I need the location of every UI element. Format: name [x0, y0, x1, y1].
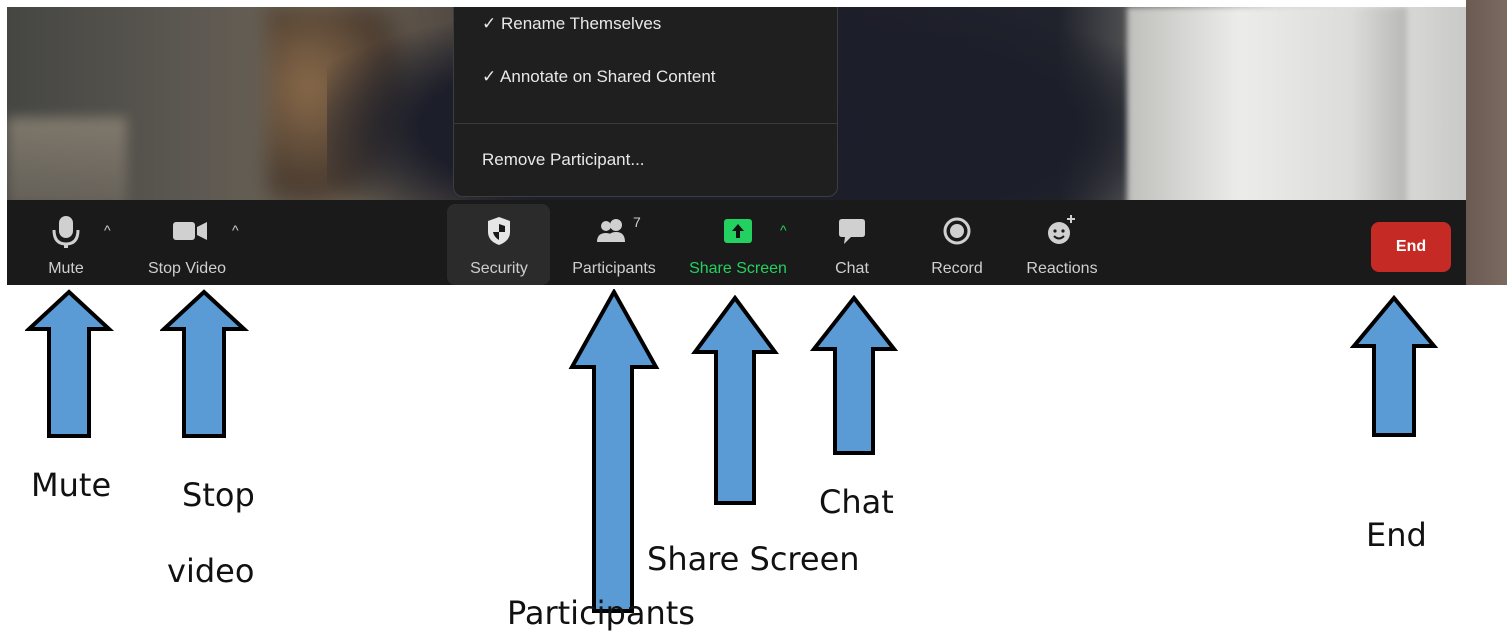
- security-button[interactable]: Security: [457, 200, 541, 285]
- arrow-share-screen-icon: [691, 295, 779, 505]
- annotation-video: video: [167, 552, 255, 590]
- menu-item-rename-themselves[interactable]: ✓ Rename Themselves: [482, 14, 661, 34]
- record-button[interactable]: Record: [922, 200, 992, 285]
- background-shelf: [7, 117, 127, 207]
- arrow-chat-icon: [810, 295, 899, 455]
- arrow-mute-icon: [25, 289, 115, 438]
- stop-video-button[interactable]: Stop Video: [137, 200, 237, 285]
- annotation-end: End: [1366, 516, 1427, 554]
- meeting-toolbar: Mute ^ Stop Video ^ Security 7 Participa…: [7, 200, 1466, 285]
- annotation-participants: Participants: [507, 594, 695, 632]
- annotation-mute: Mute: [31, 466, 112, 504]
- menu-divider: [454, 123, 837, 124]
- mute-label: Mute: [48, 260, 84, 277]
- share-screen-icon: [683, 214, 793, 248]
- participants-button[interactable]: 7 Participants: [562, 200, 666, 285]
- record-label: Record: [931, 260, 983, 277]
- reactions-icon: [1017, 214, 1107, 248]
- record-icon: [922, 214, 992, 248]
- video-camera-icon: [137, 214, 237, 248]
- annotation-share-screen: Share Screen: [647, 540, 860, 578]
- annotation-chat: Chat: [819, 483, 894, 521]
- mute-options-caret[interactable]: ^: [104, 222, 111, 238]
- microphone-icon: [37, 214, 95, 248]
- share-options-caret[interactable]: ^: [780, 222, 787, 238]
- participants-icon: [562, 214, 666, 248]
- arrow-stop-video-icon: [160, 289, 250, 438]
- security-label: Security: [470, 260, 528, 277]
- arrow-end-icon: [1350, 295, 1439, 437]
- participants-label: Participants: [572, 260, 656, 277]
- menu-item-annotate[interactable]: ✓ Annotate on Shared Content: [482, 67, 716, 87]
- reactions-label: Reactions: [1026, 260, 1098, 277]
- background-window: [1127, 7, 1407, 207]
- share-screen-label: Share Screen: [689, 260, 787, 277]
- mute-button[interactable]: Mute: [37, 200, 95, 285]
- chat-bubble-icon: [822, 214, 882, 248]
- share-screen-button[interactable]: Share Screen: [683, 200, 793, 285]
- end-button[interactable]: End: [1371, 222, 1451, 272]
- chat-button[interactable]: Chat: [822, 200, 882, 285]
- menu-item-remove-participant[interactable]: Remove Participant...: [482, 150, 645, 170]
- chat-label: Chat: [835, 260, 869, 277]
- security-menu: ✓ Rename Themselves ✓ Annotate on Shared…: [453, 7, 838, 197]
- participants-count: 7: [633, 214, 641, 230]
- desktop-background-strip: [1466, 0, 1507, 285]
- stop-video-label: Stop Video: [148, 260, 226, 277]
- reactions-button[interactable]: Reactions: [1017, 200, 1107, 285]
- annotation-stop: Stop: [182, 476, 255, 514]
- video-options-caret[interactable]: ^: [232, 222, 239, 238]
- shield-icon: [457, 214, 541, 248]
